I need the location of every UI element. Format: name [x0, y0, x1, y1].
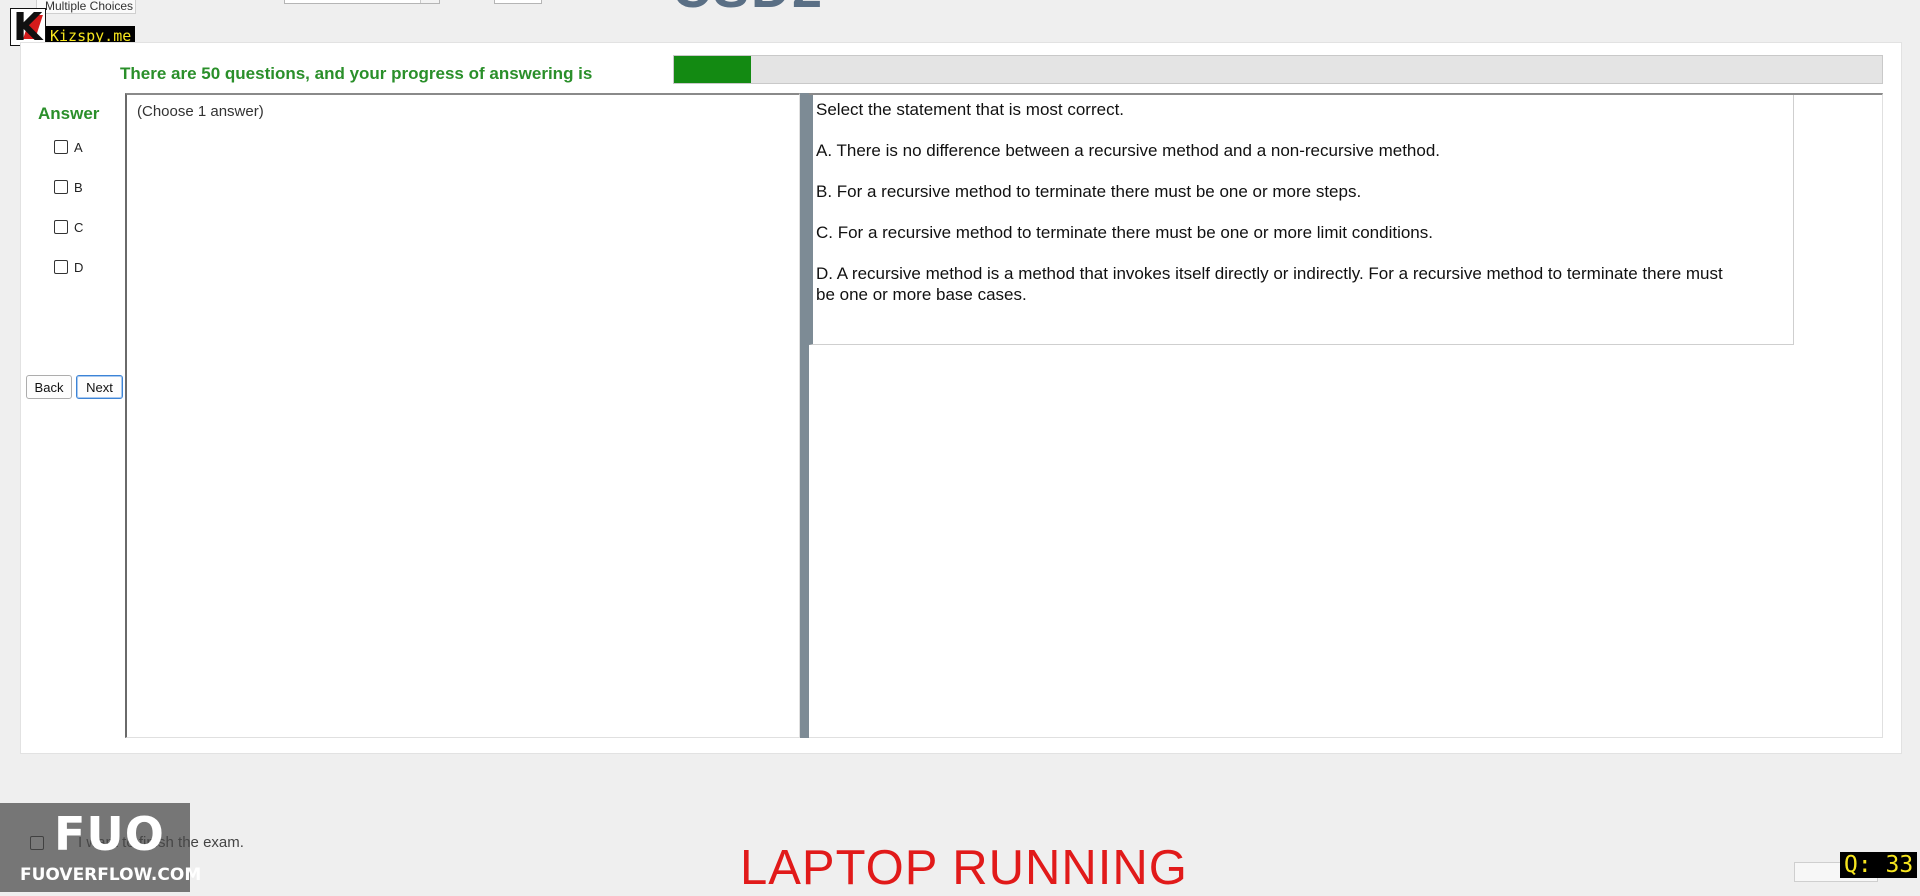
question-choice-c: C. For a recursive method to terminate t…: [816, 223, 1433, 242]
progress-label: There are 50 questions, and your progres…: [120, 64, 593, 83]
chevron-down-icon: [420, 0, 439, 3]
question-counter: Q: 33: [1840, 852, 1918, 878]
top-dropdown[interactable]: [284, 0, 440, 4]
option-d[interactable]: D: [54, 257, 83, 277]
question-choice-a: A. There is no difference between a recu…: [816, 141, 1441, 160]
option-label: A: [74, 139, 83, 155]
pane-splitter[interactable]: [800, 93, 809, 738]
status-banner: LAPTOP RUNNING: [740, 841, 1188, 895]
checkbox[interactable]: [54, 180, 68, 194]
progress-fill: [674, 56, 752, 83]
option-c[interactable]: C: [54, 217, 83, 237]
option-label: C: [74, 219, 84, 235]
exam-code: CSD2: [672, 0, 824, 20]
checkbox[interactable]: [54, 220, 68, 234]
tab-multiple-choices[interactable]: Multiple Choices: [36, 0, 136, 14]
kizspy-logo: K: [10, 5, 46, 49]
option-label: D: [74, 259, 84, 275]
back-button[interactable]: Back: [26, 375, 72, 399]
fuo-site-text: FUOVERFLOW.COM: [20, 865, 202, 885]
question-text-box: Select the statement that is most correc…: [809, 95, 1794, 345]
checkbox[interactable]: [54, 260, 68, 274]
option-label: B: [74, 179, 83, 195]
choose-note: (Choose 1 answer): [137, 103, 264, 120]
option-a[interactable]: A: [54, 137, 83, 157]
checkbox[interactable]: [54, 140, 68, 154]
question-choice-d: D. A recursive method is a method that i…: [816, 264, 1723, 304]
fuoverflow-watermark: FUO FUOVERFLOW.COM: [0, 803, 201, 892]
question-pane: Select the statement that is most correc…: [809, 93, 1883, 738]
next-button[interactable]: Next: [76, 375, 123, 399]
answer-text-area[interactable]: (Choose 1 answer): [125, 93, 800, 738]
option-b[interactable]: B: [54, 177, 83, 197]
question-choice-b: B. For a recursive method to terminate t…: [816, 182, 1362, 201]
top-small-field[interactable]: [494, 0, 542, 4]
answer-title: Answer: [38, 104, 100, 123]
question-stem: Select the statement that is most correc…: [816, 100, 1125, 119]
progress-bar: [673, 55, 1883, 84]
fuo-logo: FUO: [54, 807, 165, 861]
